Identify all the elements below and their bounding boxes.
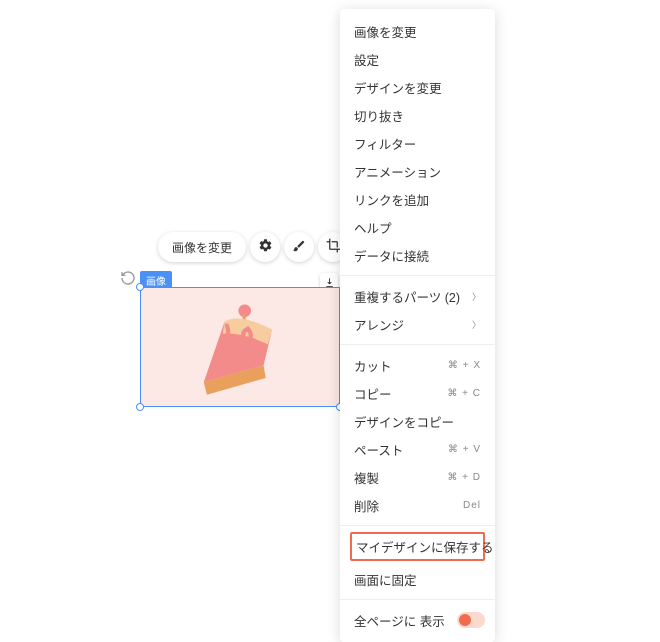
brush-button[interactable] [284,232,314,262]
cake-icon [188,300,293,395]
menu-change-design[interactable]: デザインを変更 [340,73,495,101]
menu-delete[interactable]: 削除 Del [340,491,495,519]
settings-button[interactable] [250,232,280,262]
menu-connect-data[interactable]: データに接続 [340,241,495,269]
separator [340,344,495,345]
menu-paste[interactable]: ペースト ⌘ + V [340,435,495,463]
menu-show-all-pages[interactable]: 全ページに 表示 [340,606,495,634]
menu-copy[interactable]: コピー ⌘ + C [340,379,495,407]
shortcut: ⌘ + D [447,472,481,483]
shortcut: Del [463,500,481,511]
menu-change-image[interactable]: 画像を変更 [340,17,495,45]
shortcut: ⌘ + V [448,444,481,455]
menu-copy-design[interactable]: デザインをコピー [340,407,495,435]
toggle-switch[interactable] [457,612,485,628]
image-content [141,288,339,406]
chevron-right-icon: 〉 [472,318,481,331]
change-image-label: 画像を変更 [172,239,232,256]
menu-animation[interactable]: アニメーション [340,157,495,185]
crop-icon [326,238,341,256]
change-image-button[interactable]: 画像を変更 [158,232,246,262]
menu-add-link[interactable]: リンクを追加 [340,185,495,213]
menu-duplicate-parts[interactable]: 重複するパーツ (2) 〉 [340,282,495,310]
menu-cut[interactable]: カット ⌘ + X [340,351,495,379]
menu-duplicate[interactable]: 複製 ⌘ + D [340,463,495,491]
resize-handle[interactable] [136,283,144,291]
menu-pin-screen[interactable]: 画面に固定 [340,565,495,593]
menu-help[interactable]: ヘルプ [340,213,495,241]
menu-settings[interactable]: 設定 [340,45,495,73]
floating-toolbar: 画像を変更 [158,232,348,262]
separator [340,599,495,600]
menu-save-my-design[interactable]: マイデザインに保存する [350,532,485,561]
menu-arrange[interactable]: アレンジ 〉 [340,310,495,338]
selection-box[interactable] [140,287,340,407]
menu-crop[interactable]: 切り抜き [340,101,495,129]
shortcut: ⌘ + X [448,360,481,371]
brush-icon [292,239,306,256]
selected-element: 画像 [140,273,340,407]
separator [340,275,495,276]
menu-filter[interactable]: フィルター [340,129,495,157]
resize-handle[interactable] [136,403,144,411]
chevron-right-icon: 〉 [472,290,481,303]
context-menu: 画像を変更 設定 デザインを変更 切り抜き フィルター アニメーション リンクを… [340,9,495,642]
shortcut: ⌘ + C [447,388,481,399]
gear-icon [258,238,273,256]
